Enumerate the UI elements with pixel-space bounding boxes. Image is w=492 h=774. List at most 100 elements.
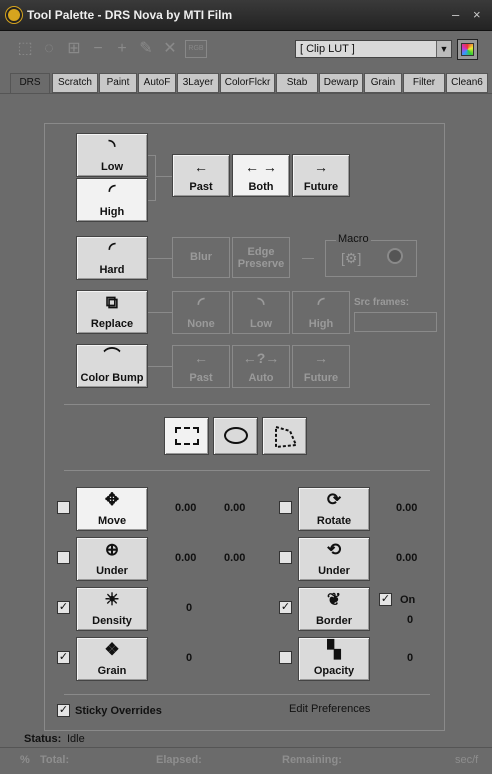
grid-select-icon[interactable]: ⊞ [65, 40, 83, 58]
under-x-value: 0.00 [175, 552, 197, 564]
bump-auto-button[interactable]: ←?→ Auto [232, 345, 290, 388]
bump-future-button[interactable]: → Future [292, 345, 350, 388]
border-button[interactable]: ❦ Border [298, 587, 370, 631]
move-button[interactable]: ✥ Move [76, 487, 148, 531]
lasso-icon[interactable]: ◌ [40, 40, 58, 58]
arrow-both-icon: ← → [245, 159, 277, 175]
tab-dewarp[interactable]: Dewarp [319, 73, 363, 93]
under-move-label: Under [96, 565, 128, 577]
clip-lut-select[interactable]: [ Clip LUT ] ▼ [295, 40, 452, 58]
minimize-button[interactable]: – [452, 7, 459, 22]
sticky-overrides-checkbox[interactable]: ✓ [57, 704, 70, 717]
replace-high-button[interactable]: ◜ High [292, 291, 350, 334]
bezier-mask-button[interactable] [262, 417, 307, 455]
opacity-label: Opacity [313, 665, 355, 677]
border-value: 0 [407, 614, 414, 626]
tab-grain[interactable]: Grain [364, 73, 402, 93]
replace-low-label: Low [250, 318, 272, 330]
density-button[interactable]: ☀ Density [76, 587, 148, 631]
border-on-checkbox[interactable]: ✓ [379, 593, 392, 606]
close-button[interactable]: × [473, 7, 481, 22]
none-button[interactable]: ◜ None [172, 291, 230, 334]
color-bump-button[interactable]: ⌒ Color Bump [76, 344, 148, 388]
under-rotate-checkbox[interactable] [279, 551, 292, 564]
connector-line [155, 155, 156, 200]
replace-low-button[interactable]: ◝ Low [232, 291, 290, 334]
tab-scratch[interactable]: Scratch [52, 73, 98, 93]
rect-mask-button[interactable] [164, 417, 209, 455]
blur-button[interactable]: Blur [172, 237, 230, 278]
density-value: 0 [186, 602, 193, 614]
move-checkbox[interactable] [57, 501, 70, 514]
under-move-icon: ⊕ [104, 540, 120, 559]
window-title: Tool Palette - DRS Nova by MTI Film [27, 8, 233, 22]
grain-button[interactable]: ❖ Grain [76, 637, 148, 681]
move-arrows-icon: ✥ [104, 490, 120, 509]
density-label: Density [92, 615, 132, 627]
edit-preferences-link[interactable]: Edit Preferences [289, 703, 370, 715]
gauge-none-icon: ◜ [197, 294, 205, 313]
src-frames-input[interactable] [354, 312, 437, 332]
wrench-icon[interactable]: ✎ [137, 40, 155, 58]
low-button[interactable]: ◝ Low [76, 133, 148, 177]
gauge-low-icon: ◝ [108, 136, 116, 155]
macro-gear-icon[interactable]: [⚙] [341, 250, 361, 267]
under-rotate-button[interactable]: ⟲ Under [298, 537, 370, 581]
macro-record-icon[interactable] [387, 248, 403, 264]
rotate-button[interactable]: ⟳ Rotate [298, 487, 370, 531]
both-label: Both [248, 181, 274, 193]
tab-stab[interactable]: Stab [276, 73, 318, 93]
lasso-mask-button[interactable] [213, 417, 258, 455]
close-x-icon[interactable]: ✕ [161, 40, 179, 58]
both-button[interactable]: ← → Both [232, 154, 290, 197]
color-bump-label: Color Bump [80, 372, 144, 384]
tab-filter[interactable]: Filter [403, 73, 445, 93]
opacity-checkbox[interactable] [279, 651, 292, 664]
edge-label: Edge [247, 246, 275, 258]
bump-past-button[interactable]: ← Past [172, 345, 230, 388]
border-checkbox[interactable]: ✓ [279, 601, 292, 614]
lut-color-button[interactable] [457, 39, 478, 60]
tab-divider [0, 93, 492, 94]
rect-select-icon [175, 427, 199, 445]
hard-button[interactable]: ◜ Hard [76, 236, 148, 280]
section-divider [64, 694, 430, 695]
tab-autof[interactable]: AutoF [138, 73, 176, 93]
section-divider [64, 470, 430, 471]
bump-future-label: Future [303, 372, 339, 384]
replace-high-label: High [308, 318, 334, 330]
opacity-button[interactable]: ▚ Opacity [298, 637, 370, 681]
past-button[interactable]: ← Past [172, 154, 230, 197]
tab-colorflckr[interactable]: ColorFlckr [220, 73, 275, 93]
under-move-checkbox[interactable] [57, 551, 70, 564]
high-label: High [99, 206, 125, 218]
rotate-checkbox[interactable] [279, 501, 292, 514]
tab-3layer[interactable]: 3Layer [177, 73, 219, 93]
select-frame-icon[interactable]: ⬚ [16, 40, 34, 58]
arrow-right-icon: → [314, 350, 328, 366]
rgb-button[interactable]: RGB [185, 40, 207, 58]
tab-clean6[interactable]: Clean6 [446, 73, 488, 93]
edge-preserve-button[interactable]: Edge Preserve [232, 237, 290, 278]
tab-drs[interactable]: DRS [10, 73, 50, 94]
grain-checkbox[interactable]: ✓ [57, 651, 70, 664]
under-move-button[interactable]: ⊕ Under [76, 537, 148, 581]
future-button[interactable]: → Future [292, 154, 350, 197]
gauge-high-icon: ◜ [317, 294, 325, 313]
preserve-label: Preserve [237, 258, 285, 270]
color-wheel-icon [461, 43, 474, 56]
minus-icon[interactable]: − [89, 40, 107, 58]
connector-line [302, 258, 314, 259]
plus-icon[interactable]: + [113, 40, 131, 58]
tab-paint[interactable]: Paint [99, 73, 137, 93]
move-y-value: 0.00 [224, 502, 246, 514]
connector-line [148, 258, 172, 259]
src-frames-label: Src frames: [354, 297, 410, 308]
replace-button[interactable]: ⧉ Replace [76, 290, 148, 334]
density-checkbox[interactable]: ✓ [57, 601, 70, 614]
rotate-value: 0.00 [396, 502, 418, 514]
title-bar: Tool Palette - DRS Nova by MTI Film – × [0, 0, 492, 31]
grain-label: Grain [97, 665, 127, 677]
high-button[interactable]: ◜ High [76, 178, 148, 222]
chevron-down-icon[interactable]: ▼ [436, 41, 451, 57]
